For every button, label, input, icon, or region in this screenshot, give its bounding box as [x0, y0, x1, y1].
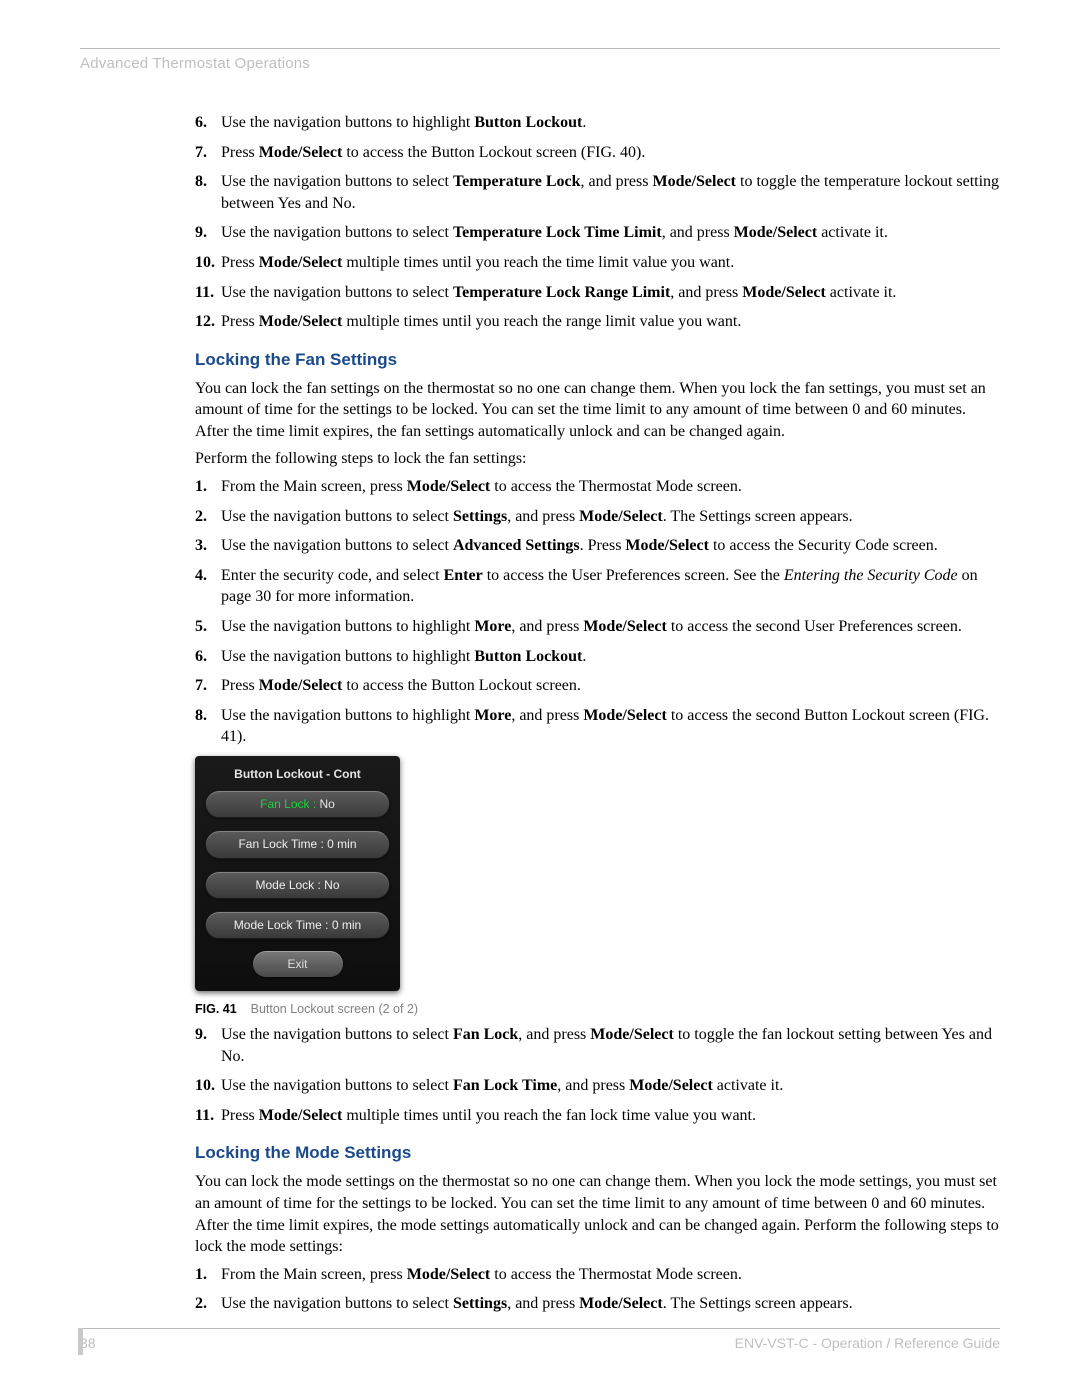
step-number: 6.	[195, 112, 221, 134]
step-number: 11.	[195, 1105, 221, 1127]
thermostat-screen: Button Lockout - Cont Fan Lock : No Fan L…	[195, 756, 400, 991]
step-number: 9.	[195, 222, 221, 244]
figure-caption: FIG. 41 Button Lockout screen (2 of 2)	[195, 1001, 1000, 1018]
step-text: Use the navigation buttons to highlight …	[221, 705, 1000, 748]
list-item: 5.Use the navigation buttons to highligh…	[195, 616, 1000, 638]
step-text: Press Mode/Select to access the Button L…	[221, 675, 1000, 697]
step-text: Press Mode/Select multiple times until y…	[221, 252, 1000, 274]
steps-continued: 6.Use the navigation buttons to highligh…	[195, 112, 1000, 333]
list-item: 11.Use the navigation buttons to select …	[195, 282, 1000, 304]
figure-label: FIG. 41	[195, 1002, 237, 1016]
steps-mode: 1.From the Main screen, press Mode/Selec…	[195, 1264, 1000, 1315]
heading-fan: Locking the Fan Settings	[195, 349, 1000, 372]
step-number: 1.	[195, 1264, 221, 1286]
step-number: 12.	[195, 311, 221, 333]
step-text: Use the navigation buttons to select Tem…	[221, 222, 1000, 244]
step-number: 3.	[195, 535, 221, 557]
step-number: 1.	[195, 476, 221, 498]
list-item: 9.Use the navigation buttons to select F…	[195, 1024, 1000, 1067]
step-number: 2.	[195, 1293, 221, 1315]
step-number: 8.	[195, 171, 221, 214]
list-item: 11.Press Mode/Select multiple times unti…	[195, 1105, 1000, 1127]
footer-rule	[80, 1328, 1000, 1329]
paragraph: You can lock the fan settings on the the…	[195, 378, 1000, 443]
page-footer: 38 ENV-VST-C - Operation / Reference Gui…	[80, 1328, 1000, 1351]
step-number: 7.	[195, 675, 221, 697]
list-item: 7.Press Mode/Select to access the Button…	[195, 675, 1000, 697]
thermostat-row: Mode Lock Time : 0 min	[205, 911, 390, 939]
thermostat-row: Fan Lock : No	[205, 790, 390, 818]
footer-accent	[78, 1328, 83, 1355]
step-number: 6.	[195, 646, 221, 668]
step-text: Press Mode/Select multiple times until y…	[221, 311, 1000, 333]
step-number: 8.	[195, 705, 221, 748]
step-text: From the Main screen, press Mode/Select …	[221, 476, 1000, 498]
exit-button: Exit	[253, 951, 343, 977]
list-item: 8.Use the navigation buttons to highligh…	[195, 705, 1000, 748]
step-text: Use the navigation buttons to highlight …	[221, 112, 1000, 134]
step-text: Use the navigation buttons to select Set…	[221, 1293, 1000, 1315]
step-text: Use the navigation buttons to select Adv…	[221, 535, 1000, 557]
paragraph: You can lock the mode settings on the th…	[195, 1171, 1000, 1257]
step-number: 4.	[195, 565, 221, 608]
list-item: 10.Press Mode/Select multiple times unti…	[195, 252, 1000, 274]
step-number: 2.	[195, 506, 221, 528]
step-text: Use the navigation buttons to select Set…	[221, 506, 1000, 528]
step-text: Use the navigation buttons to select Tem…	[221, 171, 1000, 214]
step-number: 11.	[195, 282, 221, 304]
list-item: 3.Use the navigation buttons to select A…	[195, 535, 1000, 557]
list-item: 2.Use the navigation buttons to select S…	[195, 506, 1000, 528]
thermostat-row: Mode Lock : No	[205, 871, 390, 899]
list-item: 1.From the Main screen, press Mode/Selec…	[195, 1264, 1000, 1286]
step-text: Use the navigation buttons to select Fan…	[221, 1075, 1000, 1097]
step-text: Enter the security code, and select Ente…	[221, 565, 1000, 608]
figure-41: Button Lockout - Cont Fan Lock : No Fan L…	[195, 756, 1000, 1018]
figure-caption-text: Button Lockout screen (2 of 2)	[251, 1002, 418, 1016]
thermostat-row: Fan Lock Time : 0 min	[205, 830, 390, 858]
list-item: 2.Use the navigation buttons to select S…	[195, 1293, 1000, 1315]
list-item: 1.From the Main screen, press Mode/Selec…	[195, 476, 1000, 498]
footer-doc-title: ENV-VST-C - Operation / Reference Guide	[735, 1335, 1000, 1351]
step-number: 9.	[195, 1024, 221, 1067]
heading-mode: Locking the Mode Settings	[195, 1142, 1000, 1165]
step-text: Use the navigation buttons to highlight …	[221, 616, 1000, 638]
step-number: 7.	[195, 142, 221, 164]
list-item: 7.Press Mode/Select to access the Button…	[195, 142, 1000, 164]
step-text: Use the navigation buttons to select Tem…	[221, 282, 1000, 304]
step-number: 10.	[195, 252, 221, 274]
steps-fan-after: 9.Use the navigation buttons to select F…	[195, 1024, 1000, 1126]
header-rule	[80, 48, 1000, 49]
step-number: 10.	[195, 1075, 221, 1097]
paragraph: Perform the following steps to lock the …	[195, 448, 1000, 470]
list-item: 8.Use the navigation buttons to select T…	[195, 171, 1000, 214]
steps-fan: 1.From the Main screen, press Mode/Selec…	[195, 476, 1000, 748]
step-text: Use the navigation buttons to select Fan…	[221, 1024, 1000, 1067]
step-text: Press Mode/Select multiple times until y…	[221, 1105, 1000, 1127]
body-content: 6.Use the navigation buttons to highligh…	[195, 112, 1000, 1315]
list-item: 6.Use the navigation buttons to highligh…	[195, 646, 1000, 668]
document-page: Advanced Thermostat Operations 6.Use the…	[0, 0, 1080, 1397]
step-text: Press Mode/Select to access the Button L…	[221, 142, 1000, 164]
list-item: 6.Use the navigation buttons to highligh…	[195, 112, 1000, 134]
step-text: Use the navigation buttons to highlight …	[221, 646, 1000, 668]
step-text: From the Main screen, press Mode/Select …	[221, 1264, 1000, 1286]
list-item: 4.Enter the security code, and select En…	[195, 565, 1000, 608]
step-number: 5.	[195, 616, 221, 638]
thermostat-title: Button Lockout - Cont	[205, 766, 390, 782]
list-item: 10.Use the navigation buttons to select …	[195, 1075, 1000, 1097]
page-header: Advanced Thermostat Operations	[80, 55, 1000, 72]
list-item: 12.Press Mode/Select multiple times unti…	[195, 311, 1000, 333]
list-item: 9.Use the navigation buttons to select T…	[195, 222, 1000, 244]
